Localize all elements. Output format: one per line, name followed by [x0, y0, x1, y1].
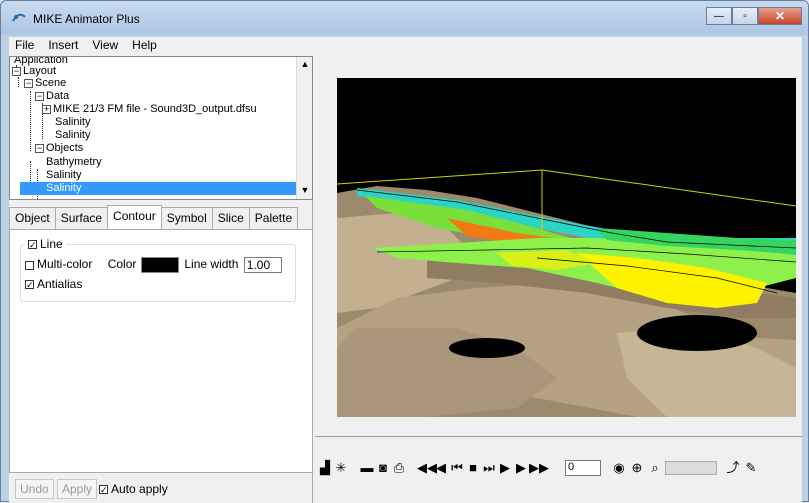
client-area: File Insert View Help Application − Layou…	[9, 37, 802, 503]
collapse-icon[interactable]: −	[35, 91, 44, 101]
checkbox-checked-icon[interactable]: ✓	[28, 240, 37, 250]
crosshair-icon[interactable]: ✳	[333, 459, 349, 477]
speed-slider[interactable]	[665, 461, 717, 475]
menu-help[interactable]: Help	[126, 37, 165, 55]
last-frame-icon[interactable]: ⏭	[481, 459, 497, 477]
line-checkbox[interactable]: ✓ Line	[25, 237, 66, 251]
color-swatch[interactable]	[141, 257, 180, 273]
checkbox-checked-icon[interactable]: ✓	[99, 485, 108, 495]
tree-item-scene[interactable]: − Scene	[24, 77, 66, 90]
maximize-button[interactable]: ▫	[732, 7, 758, 25]
scene-render	[337, 169, 796, 417]
minimize-icon: —	[714, 10, 724, 22]
panel-divider	[315, 436, 802, 437]
tab-palette[interactable]: Palette	[248, 207, 299, 229]
tab-surface[interactable]: Surface	[54, 207, 109, 229]
collapse-icon[interactable]: −	[24, 78, 33, 88]
app-icon	[12, 13, 26, 22]
line-width-input[interactable]: 1.00	[243, 257, 282, 273]
menu-bar: File Insert View Help	[9, 37, 802, 55]
first-frame-icon[interactable]: ⏮	[449, 459, 465, 477]
line-width-label: Line width	[184, 257, 239, 272]
tree-scrollbar[interactable]: ▲ ▼	[296, 57, 312, 199]
pen-icon[interactable]: ✎	[743, 459, 759, 477]
color-label: Color	[107, 257, 137, 272]
close-icon: ✕	[774, 9, 786, 23]
apply-bar: Undo Apply ✓ Auto apply	[9, 474, 313, 503]
scene-tree[interactable]: Application − Layout − Scene − Data + MIKE 2…	[9, 56, 313, 200]
line-group: ✓ Line Multi-color Color Line width 1.00 ✓…	[20, 237, 296, 302]
animation-toolbar: ▟ ✳ ▬ ◙ ⎙ ◀◀ ◀ ⏮ ■ ⏭ ▶ ▶ ▶▶ 0 ◉ ⊕ ⌕ ⤴ ✎	[315, 459, 802, 483]
tree-item-objects[interactable]: − Objects	[35, 142, 83, 155]
camera-icon[interactable]: ◙	[375, 459, 391, 477]
tab-object[interactable]: Object	[9, 207, 56, 229]
tree-item-data-salinity-1[interactable]: Salinity	[55, 116, 90, 129]
title-bar[interactable]: MIKE Animator Plus — ▫ ✕	[1, 1, 808, 35]
frame-input[interactable]: 0	[565, 460, 601, 476]
undo-button[interactable]: Undo	[15, 479, 54, 499]
tree-item-bathymetry[interactable]: Bathymetry	[46, 156, 102, 169]
menu-file[interactable]: File	[9, 37, 42, 55]
stop-icon[interactable]: ■	[465, 459, 481, 477]
antialias-checkbox[interactable]: ✓ Antialias	[25, 277, 82, 291]
tree-item-data-salinity-2[interactable]: Salinity	[55, 129, 90, 142]
rewind-icon[interactable]: ◀◀	[417, 459, 437, 477]
minimize-button[interactable]: —	[706, 7, 732, 25]
menu-view[interactable]: View	[86, 37, 126, 55]
maximize-icon: ▫	[743, 10, 747, 22]
play-icon[interactable]: ▶	[497, 459, 513, 477]
print-icon[interactable]: ⎙	[391, 459, 407, 477]
scroll-down-icon[interactable]: ▼	[299, 185, 311, 197]
left-panel: Application − Layout − Scene − Data + MIKE 2…	[9, 56, 313, 503]
video-camera-icon[interactable]: ▬	[359, 459, 375, 477]
menu-insert[interactable]: Insert	[42, 37, 86, 55]
multicolor-checkbox[interactable]: Multi-color	[25, 257, 92, 271]
property-tabs: Object Surface Contour Symbol Slice Pale…	[9, 205, 313, 229]
apply-button[interactable]: Apply	[57, 479, 98, 499]
tree-item-object-salinity-1[interactable]: Salinity	[46, 169, 81, 182]
contour-panel: ✓ Line Multi-color Color Line width 1.00 ✓…	[9, 229, 313, 473]
tree-item-data[interactable]: − Data	[35, 90, 69, 103]
close-button[interactable]: ✕	[758, 7, 802, 25]
window-title: MIKE Animator Plus	[33, 12, 140, 26]
app-window: MIKE Animator Plus — ▫ ✕ File Insert Vie…	[0, 0, 809, 503]
3d-viewport[interactable]	[337, 78, 796, 417]
fast-forward-icon[interactable]: ▶▶	[529, 459, 549, 477]
eye-icon[interactable]: ◉	[611, 459, 627, 477]
checkbox-unchecked-icon[interactable]	[25, 260, 34, 270]
curve-icon[interactable]: ⤴	[725, 459, 741, 477]
tab-slice[interactable]: Slice	[211, 207, 250, 229]
view-panel: ▟ ✳ ▬ ◙ ⎙ ◀◀ ◀ ⏮ ■ ⏭ ▶ ▶ ▶▶ 0 ◉ ⊕ ⌕ ⤴ ✎	[315, 56, 802, 503]
target-icon[interactable]: ⊕	[629, 459, 645, 477]
tree-item-dfsu-file[interactable]: + MIKE 21/3 FM file - Sound3D_output.dfsu	[42, 103, 257, 116]
tab-symbol[interactable]: Symbol	[160, 207, 213, 229]
collapse-icon[interactable]: −	[35, 143, 44, 153]
tree-item-object-salinity-2[interactable]: Salinity	[20, 182, 296, 195]
step-forward-icon[interactable]: ▶	[513, 459, 529, 477]
chart-icon[interactable]: ▟	[317, 459, 333, 477]
tab-contour[interactable]: Contour	[107, 205, 162, 229]
scroll-up-icon[interactable]: ▲	[299, 59, 311, 71]
collapse-icon[interactable]: −	[12, 66, 21, 76]
step-back-icon[interactable]: ◀	[433, 459, 449, 477]
auto-apply-checkbox[interactable]: ✓ Auto apply	[99, 482, 168, 496]
zoom-icon[interactable]: ⌕	[647, 459, 663, 477]
checkbox-checked-icon[interactable]: ✓	[25, 280, 34, 290]
expand-icon[interactable]: +	[42, 104, 51, 114]
